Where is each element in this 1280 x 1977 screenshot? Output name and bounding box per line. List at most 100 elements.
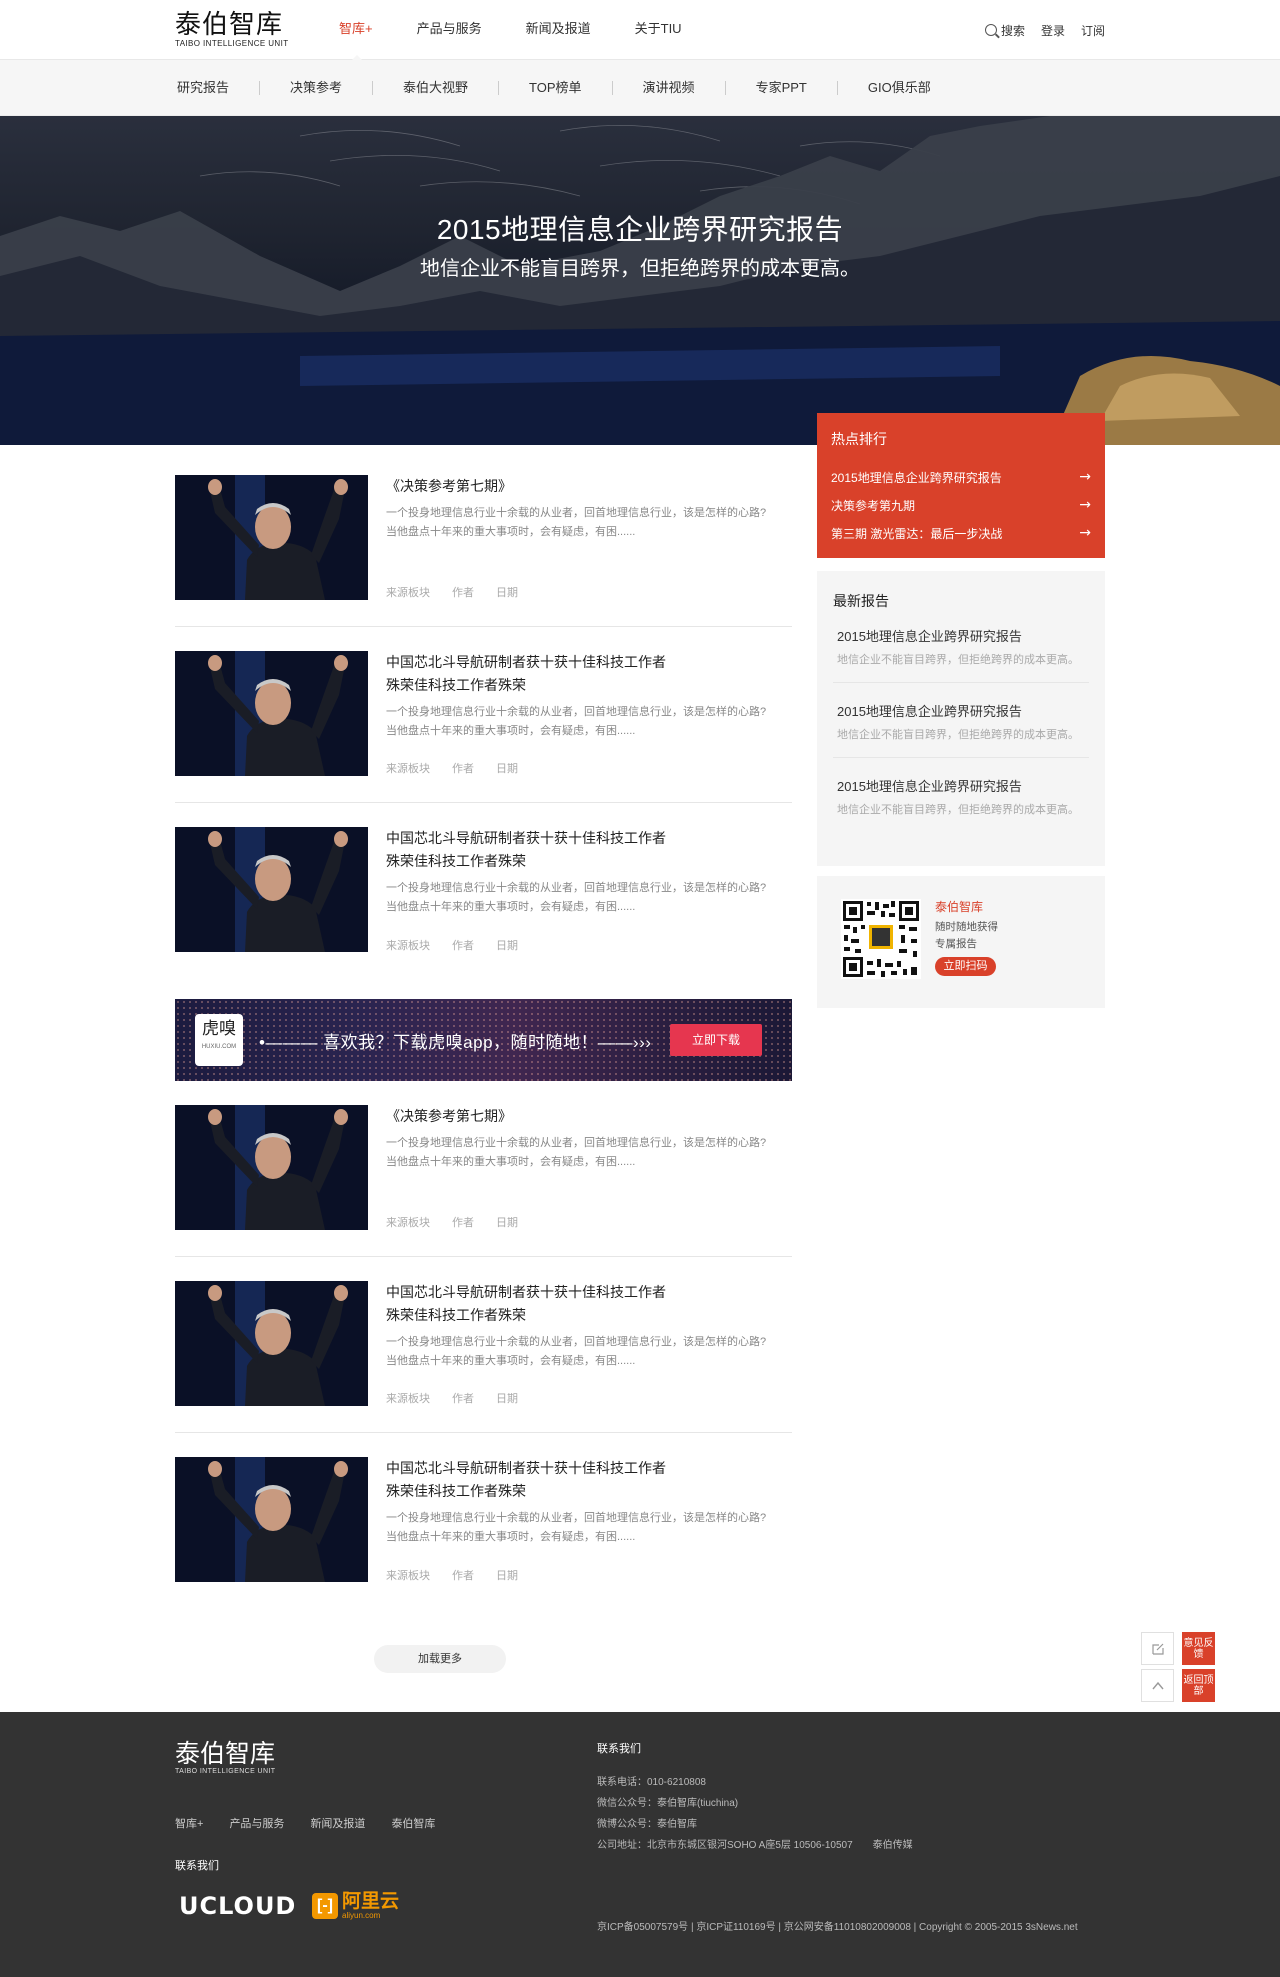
footer-nav-item[interactable]: 泰伯智库 [391,1815,435,1831]
arrow-right-icon: → [1079,497,1091,513]
subnav-item-top[interactable]: TOP榜单 [498,81,612,95]
latest-reports-heading: 最新报告 [833,593,889,609]
latest-report-title: 2015地理信息企业跨界研究报告 [837,779,1022,794]
hot-item[interactable]: 第三期 激光雷达：最后一步决战 → [831,519,1091,547]
feedback-label-button[interactable]: 意见反馈 [1182,1632,1215,1665]
footer-nav: 智库+ 产品与服务 新闻及报道 泰伯智库 [175,1815,461,1831]
article-date: 日期 [496,1393,518,1405]
nav-zhiku[interactable]: 智库+ [339,0,373,61]
article-meta: 来源板块 作者 日期 [386,760,792,778]
article-thumbnail[interactable] [175,651,368,776]
footer-copyright: 京ICP备05007579号 | 京ICP证110169号 | 京公网安备110… [597,1922,1078,1933]
subnav-item-video[interactable]: 演讲视频 [611,81,725,95]
main-nav: 智库+ 产品与服务 新闻及报道 关于TIU [339,0,726,61]
hot-item-label: 第三期 激光雷达：最后一步决战 [831,526,1003,541]
article-title[interactable]: 中国芯北斗导航研制者获十获十佳科技工作者 殊荣佳科技工作者殊荣 [386,827,792,873]
article-author: 作者 [452,763,474,775]
footer-nav-item[interactable]: 智库+ [175,1815,203,1831]
hot-item[interactable]: 2015地理信息企业跨界研究报告 → [831,463,1091,491]
aliyun-logo[interactable]: [-] 阿里云 aliyun.com [312,1892,399,1920]
article-source: 来源板块 [386,1570,430,1582]
hot-item[interactable]: 决策参考第九期 → [831,491,1091,519]
logo-text: 泰伯智库 [175,10,284,40]
sub-nav: 研究报告 决策参考 泰伯大视野 TOP榜单 演讲视频 专家PPT GIO俱乐部 [0,60,1280,116]
latest-report-title: 2015地理信息企业跨界研究报告 [837,629,1022,644]
qr-promo: 泰伯智库 随时随地获得 专属报告 立即扫码 [817,876,1105,1008]
subnav-item-ppt[interactable]: 专家PPT [724,81,837,95]
thumbnail-image [175,1457,368,1582]
article-date: 日期 [496,763,518,775]
chevron-up-icon [1151,1681,1164,1689]
footer: 泰伯智库 TAIBO INTELLIGENCE UNIT 智库+ 产品与服务 新… [0,1712,1280,1977]
article-title[interactable]: 《决策参考第七期》 [386,475,792,498]
latest-report-item[interactable]: 2015地理信息企业跨界研究报告 地信企业不能盲目跨界，但拒绝跨界的成本更高。 [833,627,1089,683]
article-thumbnail[interactable] [175,1281,368,1406]
feedback-button[interactable] [1141,1632,1174,1665]
qr-desc: 随时随地获得 专属报告 [935,921,998,950]
top-header: 泰伯智库 TAIBO INTELLIGENCE UNIT 智库+ 产品与服务 新… [0,0,1280,61]
article-item[interactable]: 中国芯北斗导航研制者获十获十佳科技工作者 殊荣佳科技工作者殊荣 一个投身地理信息行… [175,1457,792,1609]
nav-about[interactable]: 关于TIU [635,0,682,60]
ad-text: •——— 喜欢我？下载虎嗅app，随时随地！——››› [259,1033,652,1052]
article-source: 来源板块 [386,587,430,599]
footer-address: 公司地址：北京市东城区银河SOHO A座5层 10506-10507 泰伯传媒 [597,1840,913,1851]
article-item[interactable]: 中国芯北斗导航研制者获十获十佳科技工作者 殊荣佳科技工作者殊荣 一个投身地理信息行… [175,827,792,979]
footer-nav-item[interactable]: 产品与服务 [229,1815,284,1831]
latest-report-desc: 地信企业不能盲目跨界，但拒绝跨界的成本更高。 [837,729,1079,741]
article-author: 作者 [452,587,474,599]
nav-products[interactable]: 产品与服务 [417,0,482,60]
footer-nav-item[interactable]: 新闻及报道 [310,1815,365,1831]
footer-contact: 联系我们 联系电话：010-6210808 微信公众号：泰伯智库(tiuchin… [597,1740,913,1856]
article-author: 作者 [452,1570,474,1582]
article-thumbnail[interactable] [175,827,368,952]
article-item[interactable]: 《决策参考第七期》 一个投身地理信息行业十余载的从业者，回首地理信息行业，该是怎… [175,475,792,627]
article-title[interactable]: 《决策参考第七期》 [386,1105,792,1128]
scan-now-button[interactable]: 立即扫码 [935,957,996,976]
aliyun-icon: [-] [312,1893,338,1919]
edit-icon [1151,1643,1164,1655]
main-content: 《决策参考第七期》 一个投身地理信息行业十余载的从业者，回首地理信息行业，该是怎… [175,413,1105,1673]
site-logo[interactable]: 泰伯智库 TAIBO INTELLIGENCE UNIT [175,11,305,49]
footer-logo[interactable]: 泰伯智库 TAIBO INTELLIGENCE UNIT [175,1740,285,1776]
article-date: 日期 [496,940,518,952]
hero-banner[interactable]: 2015地理信息企业跨界研究报告 地信企业不能盲目跨界，但拒绝跨界的成本更高。 [0,116,1280,445]
article-title[interactable]: 中国芯北斗导航研制者获十获十佳科技工作者 殊荣佳科技工作者殊荣 [386,651,792,697]
login-link[interactable]: 登录 [1041,22,1065,39]
subnav-item-research[interactable]: 研究报告 [175,81,259,95]
footer-phone: 联系电话：010-6210808 [597,1777,706,1788]
app-ad-banner[interactable]: 虎嗅 HUXIU.COM •——— 喜欢我？下载虎嗅app，随时随地！——›››… [175,999,792,1081]
hero-subtitle: 地信企业不能盲目跨界，但拒绝跨界的成本更高。 [420,258,860,280]
hero-title: 2015地理信息企业跨界研究报告 [436,214,844,245]
subnav-item-gio[interactable]: GIO俱乐部 [836,81,961,95]
hot-item-label: 决策参考第九期 [831,498,916,513]
back-to-top-button[interactable] [1141,1669,1174,1702]
article-thumbnail[interactable] [175,1457,368,1582]
article-info: 中国芯北斗导航研制者获十获十佳科技工作者 殊荣佳科技工作者殊荣 一个投身地理信息行… [386,827,792,955]
article-thumbnail[interactable] [175,1105,368,1230]
article-meta: 来源板块 作者 日期 [386,584,792,602]
search-button[interactable]: 搜索 [984,22,1025,39]
ucloud-logo[interactable]: UCLOUD [179,1892,296,1920]
article-info: 中国芯北斗导航研制者获十获十佳科技工作者 殊荣佳科技工作者殊荣 一个投身地理信息行… [386,1457,792,1585]
back-to-top-label-button[interactable]: 返回顶部 [1182,1669,1215,1702]
article-item[interactable]: 中国芯北斗导航研制者获十获十佳科技工作者 殊荣佳科技工作者殊荣 一个投身地理信息行… [175,651,792,803]
article-thumbnail[interactable] [175,475,368,600]
subnav-item-decision[interactable]: 决策参考 [259,81,372,95]
article-author: 作者 [452,1217,474,1229]
article-item[interactable]: 《决策参考第七期》 一个投身地理信息行业十余载的从业者，回首地理信息行业，该是怎… [175,1105,792,1257]
article-item[interactable]: 中国芯北斗导航研制者获十获十佳科技工作者 殊荣佳科技工作者殊荣 一个投身地理信息行… [175,1281,792,1433]
download-button[interactable]: 立即下载 [670,1024,762,1056]
nav-news[interactable]: 新闻及报道 [526,0,591,60]
latest-report-item[interactable]: 2015地理信息企业跨界研究报告 地信企业不能盲目跨界，但拒绝跨界的成本更高。 [833,777,1089,832]
subscribe-link[interactable]: 订阅 [1081,22,1105,39]
subnav-item-vision[interactable]: 泰伯大视野 [372,81,498,95]
article-info: 中国芯北斗导航研制者获十获十佳科技工作者 殊荣佳科技工作者殊荣 一个投身地理信息行… [386,651,792,778]
logo-subtext: TAIBO INTELLIGENCE UNIT [175,39,289,48]
article-title[interactable]: 中国芯北斗导航研制者获十获十佳科技工作者 殊荣佳科技工作者殊荣 [386,1457,792,1503]
article-date: 日期 [496,1570,518,1582]
article-title[interactable]: 中国芯北斗导航研制者获十获十佳科技工作者 殊荣佳科技工作者殊荣 [386,1281,792,1327]
load-more-button[interactable]: 加载更多 [374,1645,506,1673]
latest-report-item[interactable]: 2015地理信息企业跨界研究报告 地信企业不能盲目跨界，但拒绝跨界的成本更高。 [833,702,1089,758]
qr-code [841,899,921,979]
hot-ranking-heading: 热点排行 [831,431,887,447]
